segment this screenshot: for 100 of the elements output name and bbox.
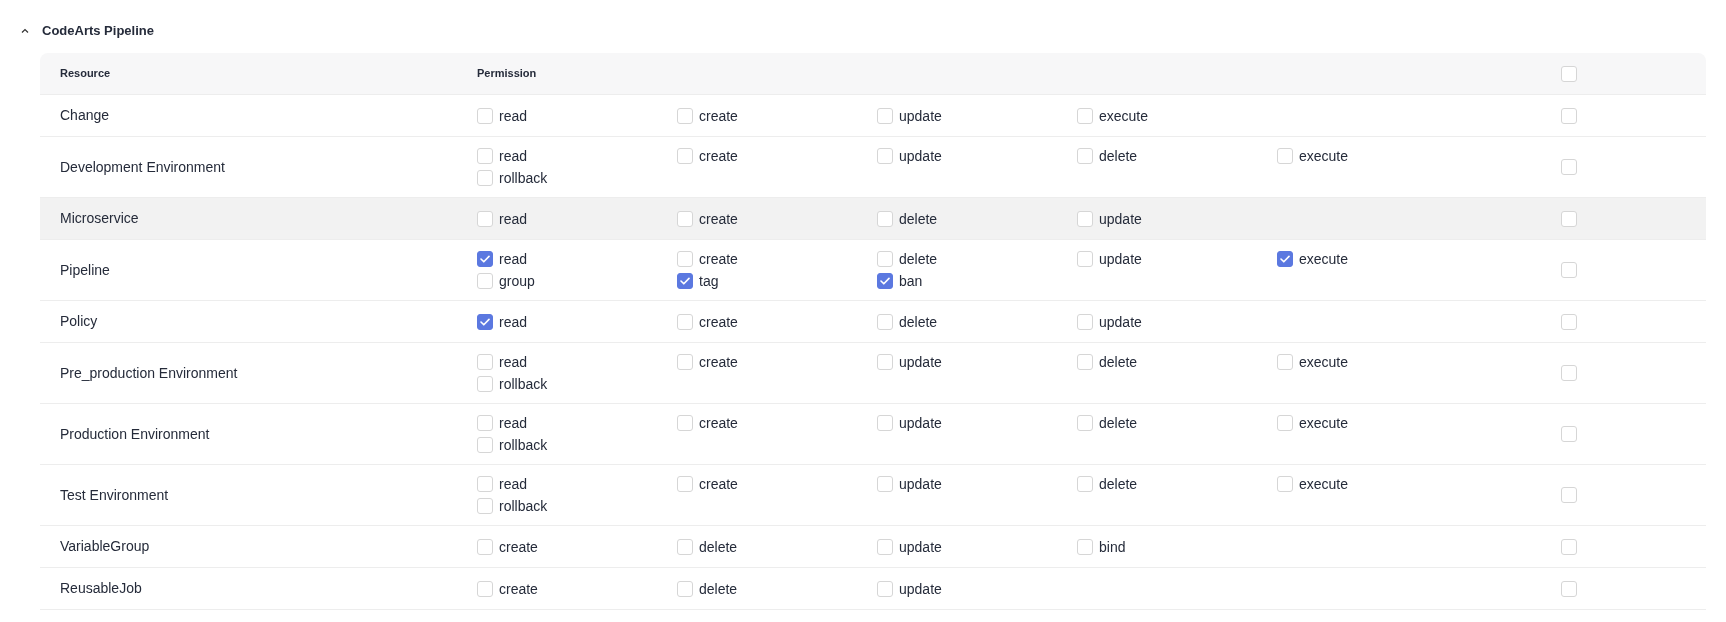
resource-name: Policy	[59, 312, 99, 331]
permission-label: create	[499, 537, 538, 557]
permission-checkbox[interactable]: ban	[877, 271, 923, 291]
permission-checkbox[interactable]: update	[1077, 208, 1142, 229]
permission-label: update	[1099, 250, 1142, 269]
permission-label: update	[899, 475, 942, 494]
permission-checkbox[interactable]: delete	[1077, 352, 1138, 372]
permission-checkbox[interactable]: rollback	[477, 374, 548, 394]
permission-label: read	[499, 414, 528, 433]
permission-checkbox[interactable]: update	[877, 536, 942, 557]
permission-checkbox[interactable]: update	[877, 105, 942, 126]
permission-label: execute	[1299, 147, 1349, 166]
permission-label: read	[499, 312, 528, 332]
permission-label: delete	[1099, 414, 1138, 433]
permission-checkbox[interactable]: execute	[1277, 146, 1349, 166]
permission-checkbox[interactable]: read	[477, 311, 528, 332]
permission-checkbox[interactable]: read	[477, 105, 528, 126]
resource-name: Test Environment	[59, 485, 170, 505]
permission-checkbox[interactable]: execute	[1277, 413, 1349, 433]
permission-checkbox[interactable]: delete	[877, 311, 938, 332]
resource-name: Pre_production Environment	[59, 363, 239, 383]
permission-label: delete	[899, 312, 938, 332]
permission-label: delete	[699, 537, 738, 557]
permission-label: read	[499, 106, 528, 126]
permission-label: create	[699, 147, 738, 166]
permission-checkbox[interactable]: execute	[1077, 105, 1149, 126]
permission-label: update	[899, 147, 942, 166]
permission-checkbox[interactable]: delete	[877, 208, 938, 229]
permission-checkbox[interactable]: execute	[1277, 352, 1349, 372]
resource-name: Microservice	[59, 209, 140, 228]
permission-label: read	[499, 250, 528, 269]
permission-checkbox[interactable]: create	[677, 105, 738, 126]
permission-checkbox[interactable]: bind	[1077, 536, 1126, 557]
permission-checkbox[interactable]: update	[877, 578, 942, 599]
permission-label: read	[499, 353, 528, 372]
permission-checkbox[interactable]: create	[477, 536, 538, 557]
permission-checkbox[interactable]: create	[677, 474, 738, 494]
permission-label: create	[699, 250, 738, 269]
permission-label: delete	[1099, 353, 1138, 372]
permission-label: create	[699, 106, 738, 126]
permission-label: update	[899, 414, 942, 433]
permission-label: rollback	[499, 497, 548, 516]
permission-checkbox[interactable]: delete	[1077, 474, 1138, 494]
permission-label: update	[899, 353, 942, 372]
resource-name: Development Environment	[59, 157, 226, 177]
permission-checkbox[interactable]: delete	[1077, 146, 1138, 166]
permission-label: ban	[899, 272, 923, 291]
permission-label: delete	[699, 579, 738, 599]
resource-name: Production Environment	[59, 424, 211, 444]
permission-checkbox[interactable]: create	[677, 352, 738, 372]
permission-checkbox[interactable]: rollback	[477, 168, 548, 188]
permission-checkbox[interactable]: update	[877, 352, 942, 372]
permission-checkbox[interactable]: execute	[1277, 249, 1349, 269]
permission-checkbox[interactable]: tag	[677, 271, 719, 291]
permission-label: bind	[1099, 537, 1126, 557]
permission-checkbox[interactable]: delete	[677, 578, 738, 599]
permission-label: update	[899, 579, 942, 599]
permission-checkbox[interactable]: read	[477, 474, 528, 494]
permission-checkbox[interactable]: update	[1077, 249, 1142, 269]
permission-label: delete	[899, 209, 938, 229]
permission-checkbox[interactable]: create	[677, 413, 738, 433]
permission-checkbox[interactable]: read	[477, 208, 528, 229]
permission-label: execute	[1299, 414, 1349, 433]
permission-checkbox[interactable]: delete	[877, 249, 938, 269]
permission-label: execute	[1299, 353, 1349, 372]
permission-checkbox[interactable]: create	[677, 311, 738, 332]
permission-checkbox[interactable]: create	[677, 146, 738, 166]
permission-label: update	[1099, 209, 1142, 229]
permission-checkbox[interactable]: rollback	[477, 435, 548, 455]
permission-checkbox[interactable]: read	[477, 249, 528, 269]
permission-label: create	[699, 475, 738, 494]
permission-checkbox[interactable]: create	[677, 249, 738, 269]
permission-checkbox[interactable]: read	[477, 146, 528, 166]
permission-checkbox[interactable]: group	[477, 271, 535, 291]
permission-label: execute	[1299, 250, 1349, 269]
resource-name: VariableGroup	[59, 537, 151, 556]
permission-checkbox[interactable]: update	[877, 413, 942, 433]
permission-label: create	[699, 312, 738, 332]
permission-label: create	[699, 209, 738, 229]
resource-name: Change	[59, 106, 111, 125]
permission-checkbox[interactable]: create	[677, 208, 738, 229]
permission-checkbox[interactable]: read	[477, 413, 528, 433]
permission-checkbox[interactable]: delete	[677, 536, 738, 557]
permission-label: read	[499, 209, 528, 229]
permission-label: create	[699, 414, 738, 433]
permission-label: update	[899, 537, 942, 557]
permission-checkbox[interactable]: delete	[1077, 413, 1138, 433]
permission-checkbox[interactable]: execute	[1277, 474, 1349, 494]
permission-checkbox[interactable]: read	[477, 352, 528, 372]
permission-label: execute	[1099, 106, 1149, 126]
resource-name: ReusableJob	[59, 579, 143, 598]
permission-checkbox[interactable]: update	[877, 474, 942, 494]
permission-checkbox[interactable]: create	[477, 578, 538, 599]
column-header: Resource	[59, 66, 112, 82]
permission-label: update	[899, 106, 942, 126]
permission-label: create	[499, 579, 538, 599]
permission-checkbox[interactable]: update	[877, 146, 942, 166]
permission-checkbox[interactable]: update	[1077, 311, 1142, 332]
permission-checkbox[interactable]: rollback	[477, 496, 548, 516]
permission-label: read	[499, 475, 528, 494]
